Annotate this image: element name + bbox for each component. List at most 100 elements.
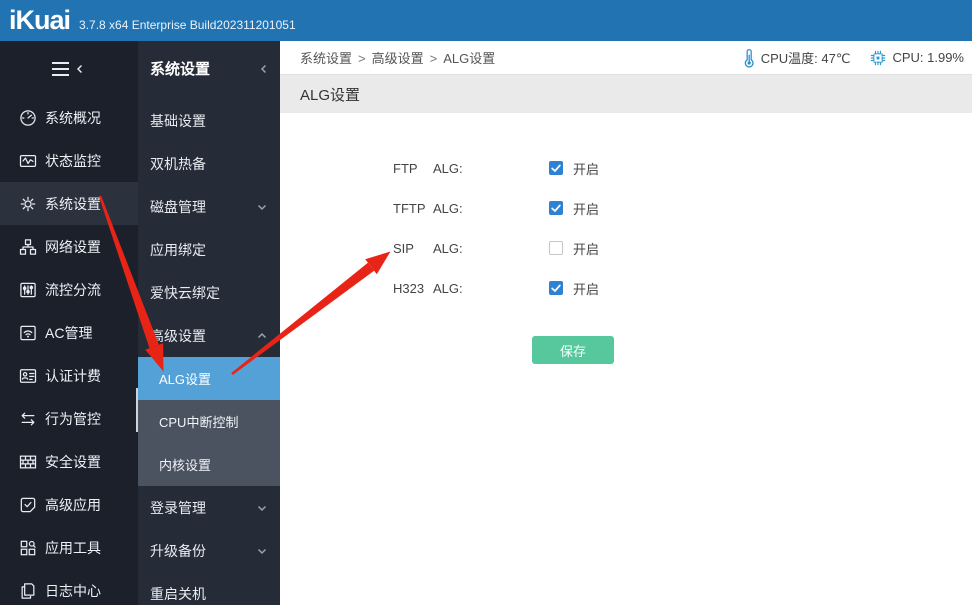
- wifi-icon: [18, 323, 38, 343]
- firmware-version: 3.7.8 x64 Enterprise Build202311201051: [79, 18, 296, 32]
- menu-item-cpu-interrupt-control[interactable]: CPU中断控制: [138, 400, 280, 443]
- sidebar-item-security-settings[interactable]: 安全设置: [0, 440, 138, 483]
- cpu-usage-value: CPU: 1.99%: [892, 50, 964, 65]
- waveform-icon: [18, 151, 38, 171]
- h323-alg-checkbox[interactable]: [549, 281, 563, 295]
- save-button[interactable]: 保存: [532, 336, 614, 364]
- menu-item-advanced-settings[interactable]: 高级设置: [138, 314, 280, 357]
- form-row-h323: H323 ALG: 开启: [280, 268, 972, 308]
- sidebar-item-behavior-control[interactable]: 行为管控: [0, 397, 138, 440]
- menu-item-label: 重启关机: [150, 584, 206, 604]
- menu-item-label: 内核设置: [159, 455, 211, 474]
- sidebar-item-flow-control[interactable]: 流控分流: [0, 268, 138, 311]
- sidebar-item-label: 状态监控: [45, 151, 101, 171]
- breadcrumb-item[interactable]: 高级设置: [372, 51, 424, 66]
- checkbox-label: 开启: [573, 199, 599, 218]
- breadcrumb: 系统设置>高级设置>ALG设置: [300, 48, 495, 67]
- form-row-ftp: FTP ALG: 开启: [280, 148, 972, 188]
- sidebar-item-label: 网络设置: [45, 237, 101, 257]
- page-header: ALG设置: [280, 75, 972, 113]
- menu-item-label: 应用绑定: [150, 240, 206, 260]
- sliders-icon: [18, 280, 38, 300]
- menu-item-label: 双机热备: [150, 154, 206, 174]
- sidebar-item-network-settings[interactable]: 网络设置: [0, 225, 138, 268]
- sidebar-item-auth-billing[interactable]: 认证计费: [0, 354, 138, 397]
- gauge-icon: [18, 108, 38, 128]
- checkbox-label: 开启: [573, 239, 599, 258]
- chevron-down-icon: [256, 201, 268, 213]
- chevron-down-icon: [256, 502, 268, 514]
- menu-item-alg-settings[interactable]: ALG设置: [138, 357, 280, 400]
- cpu-status: CPU温度: 47℃ CPU: 1.99%: [741, 48, 964, 68]
- menu-item-label: 基础设置: [150, 111, 206, 131]
- sidebar-item-ac-management[interactable]: AC管理: [0, 311, 138, 354]
- menu-item-reboot-shutdown[interactable]: 重启关机: [138, 572, 280, 605]
- menu-item-upgrade-backup[interactable]: 升级备份: [138, 529, 280, 572]
- gear-icon: [18, 194, 38, 214]
- chevron-down-icon: [256, 545, 268, 557]
- advanced-settings-submenu: ALG设置 CPU中断控制 内核设置: [138, 357, 280, 486]
- menu-item-disk-management[interactable]: 磁盘管理: [138, 185, 280, 228]
- form-row-sip: SIP ALG: 开启: [280, 228, 972, 268]
- breadcrumb-item[interactable]: 系统设置: [300, 51, 352, 66]
- menu-item-label: 磁盘管理: [150, 197, 206, 217]
- alg-label: ALG:: [433, 241, 493, 256]
- status-bar: 系统设置>高级设置>ALG设置 CPU温度: 47℃ CPU: 1.99%: [280, 41, 972, 75]
- cpu-chip-icon: [868, 48, 888, 68]
- menu-item-ikuai-cloud-binding[interactable]: 爱快云绑定: [138, 271, 280, 314]
- transfer-icon: [18, 409, 38, 429]
- sidebar-item-advanced-apps[interactable]: 高级应用: [0, 483, 138, 526]
- sip-alg-checkbox[interactable]: [549, 241, 563, 255]
- checkbox-label: 开启: [573, 159, 599, 178]
- menu-item-label: 登录管理: [150, 498, 206, 518]
- alg-label: ALG:: [433, 201, 493, 216]
- alg-label: ALG:: [433, 281, 493, 296]
- menu-item-basic-settings[interactable]: 基础设置: [138, 99, 280, 142]
- secondary-menu-header[interactable]: 系统设置: [138, 41, 280, 96]
- firewall-icon: [18, 452, 38, 472]
- secondary-menu-panel: 系统设置 基础设置 双机热备 磁盘管理 应用绑定 爱快云绑定 高级设置 ALG设…: [138, 41, 280, 605]
- menu-item-kernel-settings[interactable]: 内核设置: [138, 443, 280, 486]
- menu-item-hot-standby[interactable]: 双机热备: [138, 142, 280, 185]
- ftp-alg-checkbox[interactable]: [549, 161, 563, 175]
- sidebar-item-label: 系统设置: [45, 194, 101, 214]
- ikuai-logo: iKuai: [9, 0, 70, 41]
- protocol-label: H323: [393, 281, 433, 296]
- sidebar-collapse-toggle[interactable]: [0, 41, 138, 96]
- checklist-icon: [18, 495, 38, 515]
- chevron-left-icon: [74, 63, 86, 75]
- form-row-tftp: TFTP ALG: 开启: [280, 188, 972, 228]
- menu-item-label: 升级备份: [150, 541, 206, 561]
- breadcrumb-item[interactable]: ALG设置: [443, 51, 495, 66]
- checkbox-label: 开启: [573, 279, 599, 298]
- sidebar-item-log-center[interactable]: 日志中心: [0, 569, 138, 605]
- topbar: iKuai 3.7.8 x64 Enterprise Build20231120…: [0, 0, 972, 41]
- tftp-alg-checkbox[interactable]: [549, 201, 563, 215]
- hamburger-icon: [52, 62, 69, 76]
- sidebar-item-label: 安全设置: [45, 452, 101, 472]
- chevron-up-icon: [256, 330, 268, 342]
- documents-icon: [18, 581, 38, 601]
- protocol-label: TFTP: [393, 201, 433, 216]
- protocol-label: SIP: [393, 241, 433, 256]
- thermometer-icon: [741, 48, 757, 68]
- alg-label: ALG:: [433, 161, 493, 176]
- alg-settings-form: FTP ALG: 开启 TFTP ALG: 开启 SIP ALG:: [280, 113, 972, 364]
- menu-item-label: CPU中断控制: [159, 412, 238, 431]
- menu-item-label: 爱快云绑定: [150, 283, 220, 303]
- menu-item-label: 高级设置: [150, 326, 206, 346]
- id-card-icon: [18, 366, 38, 386]
- tools-icon: [18, 538, 38, 558]
- menu-item-label: ALG设置: [159, 369, 211, 388]
- sidebar-item-app-tools[interactable]: 应用工具: [0, 526, 138, 569]
- sidebar-item-label: AC管理: [45, 323, 92, 343]
- menu-item-login-management[interactable]: 登录管理: [138, 486, 280, 529]
- sidebar-item-label: 高级应用: [45, 495, 101, 515]
- sidebar-item-system-settings[interactable]: 系统设置: [0, 182, 138, 225]
- menu-item-app-binding[interactable]: 应用绑定: [138, 228, 280, 271]
- secondary-menu-title: 系统设置: [150, 58, 210, 79]
- chevron-left-icon: [258, 63, 270, 75]
- protocol-label: FTP: [393, 161, 433, 176]
- sidebar-item-status-monitor[interactable]: 状态监控: [0, 139, 138, 182]
- sidebar-item-system-overview[interactable]: 系统概况: [0, 96, 138, 139]
